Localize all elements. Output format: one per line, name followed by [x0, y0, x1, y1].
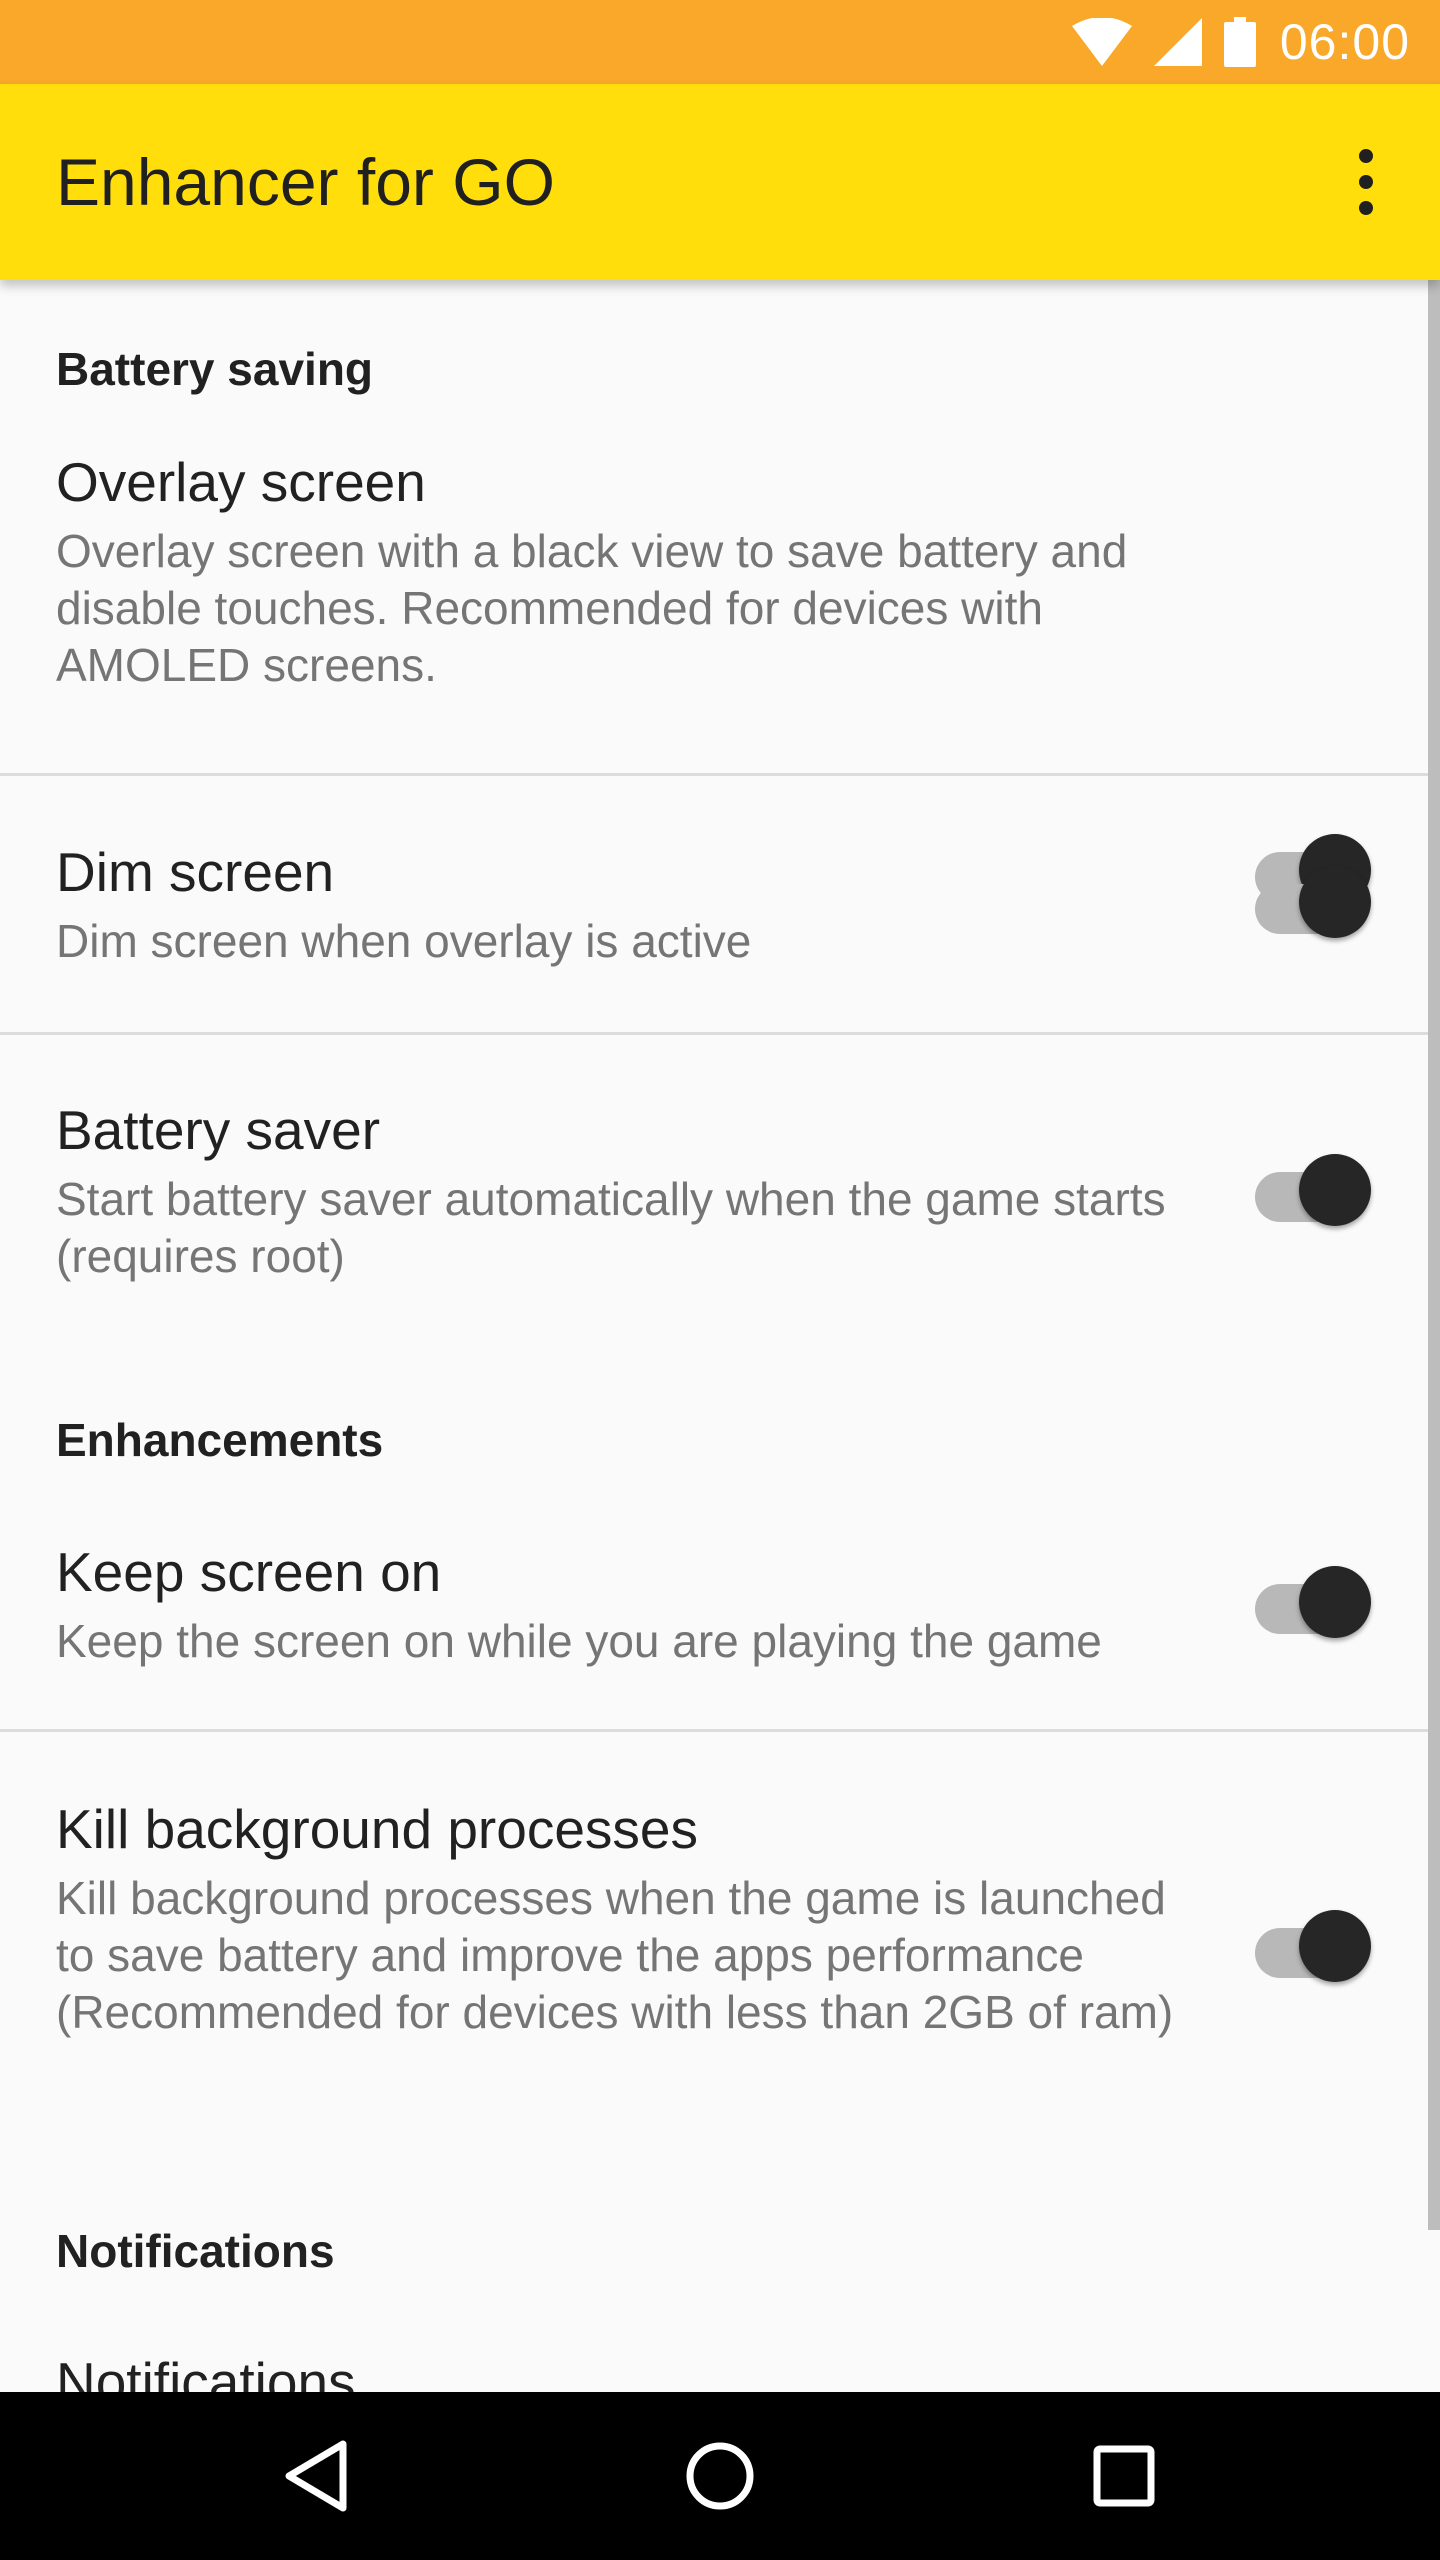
switch-thumb — [1299, 1566, 1371, 1638]
menu-dot — [1359, 149, 1373, 163]
pref-battery-saver[interactable]: Battery saver Start battery saver automa… — [0, 1098, 1428, 1298]
wifi-icon — [1071, 18, 1132, 66]
pref-summary: Overlay screen with a black view to save… — [56, 525, 1128, 691]
pref-summary: Keep the screen on while you are playing… — [56, 1615, 1102, 1667]
app-title: Enhancer for GO — [56, 145, 555, 219]
divider — [0, 773, 1428, 776]
switch-thumb — [1299, 1154, 1371, 1226]
pref-title: Dim screen — [56, 841, 335, 903]
pref-summary: Start battery saver automatically when t… — [56, 1173, 1166, 1282]
home-icon[interactable] — [670, 2426, 770, 2526]
pref-summary: Kill background processes when the game … — [56, 1872, 1174, 2038]
section-header-notifications: Notifications — [56, 2225, 335, 2277]
status-time: 06:00 — [1279, 14, 1410, 70]
more-vert-icon[interactable] — [1336, 132, 1396, 232]
pref-title: Kill background processes — [56, 1798, 699, 1860]
battery-saver-switch[interactable] — [1255, 1148, 1371, 1226]
pref-kill-background-processes[interactable]: Kill background processes Kill backgroun… — [0, 1797, 1428, 2117]
kill-background-processes-switch[interactable] — [1255, 1904, 1371, 1982]
scrollbar[interactable] — [1428, 280, 1440, 2230]
battery-icon — [1223, 17, 1256, 67]
menu-dot — [1359, 175, 1373, 189]
recents-icon[interactable] — [1074, 2426, 1174, 2526]
navigation-bar — [0, 2392, 1440, 2560]
section-header-enhancements: Enhancements — [56, 1414, 384, 1466]
dim-screen-switch[interactable] — [1255, 860, 1371, 938]
pref-keep-screen-on[interactable]: Keep screen on Keep the screen on while … — [0, 1540, 1428, 1740]
pref-notifications[interactable]: Notifications — [0, 2350, 1428, 2392]
pref-dim-screen[interactable]: Dim screen Dim screen when overlay is ac… — [0, 840, 1428, 1040]
pref-summary: Dim screen when overlay is active — [56, 915, 752, 967]
status-bar: 06:00 — [0, 0, 1440, 84]
app-bar: Enhancer for GO — [0, 84, 1440, 280]
switch-thumb — [1299, 1910, 1371, 1982]
pref-title: Overlay screen — [56, 451, 426, 513]
settings-list[interactable]: Battery saving Overlay screen Overlay sc… — [0, 280, 1440, 2392]
pref-title: Notifications — [56, 2351, 356, 2392]
cell-signal-icon — [1153, 18, 1202, 66]
section-header-battery-saving: Battery saving — [56, 343, 374, 395]
menu-dot — [1359, 201, 1373, 215]
divider — [0, 1032, 1428, 1035]
pref-title: Battery saver — [56, 1099, 381, 1161]
divider — [0, 1729, 1428, 1732]
pref-title: Keep screen on — [56, 1541, 442, 1603]
switch-thumb — [1299, 866, 1371, 938]
keep-screen-on-switch[interactable] — [1255, 1560, 1371, 1638]
back-icon[interactable] — [266, 2426, 366, 2526]
